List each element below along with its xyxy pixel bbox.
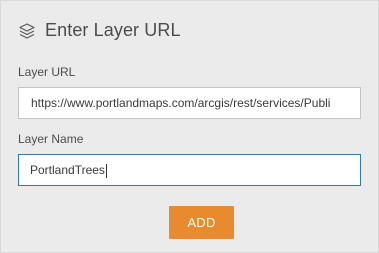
- layer-url-input[interactable]: https://www.portlandmaps.com/arcgis/rest…: [18, 87, 361, 119]
- panel-header: Enter Layer URL: [18, 20, 181, 41]
- layer-name-value: PortlandTrees: [30, 163, 105, 177]
- text-cursor: [105, 163, 107, 178]
- panel-title: Enter Layer URL: [45, 20, 181, 40]
- add-layer-panel: Enter Layer URL Layer URL https://www.po…: [0, 0, 379, 253]
- layer-name-label: Layer Name: [18, 132, 84, 146]
- layer-name-input[interactable]: PortlandTrees: [18, 154, 361, 186]
- add-button[interactable]: ADD: [169, 206, 234, 239]
- layers-icon: [19, 22, 35, 39]
- layer-url-value: https://www.portlandmaps.com/arcgis/rest…: [31, 96, 331, 110]
- layer-url-label: Layer URL: [18, 65, 76, 79]
